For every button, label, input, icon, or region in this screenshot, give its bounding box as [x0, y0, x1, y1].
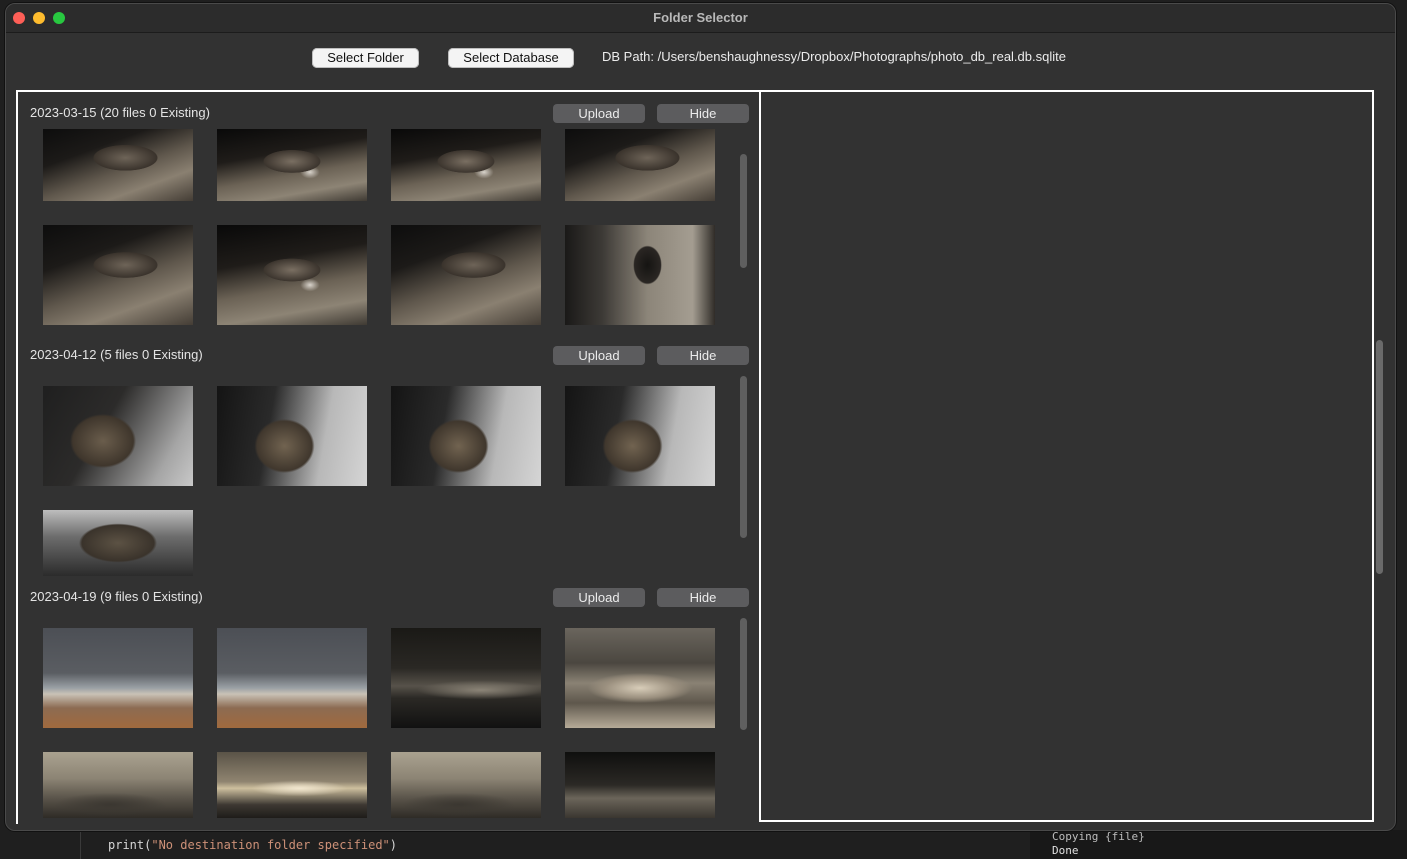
terminal-line: Copying {file} [1052, 830, 1145, 843]
photo-group: 2023-04-19 (9 files 0 Existing) Upload H… [18, 576, 760, 822]
select-database-button[interactable]: Select Database [448, 48, 574, 68]
photo-thumbnail[interactable] [217, 752, 367, 818]
group-header: 2023-03-15 (20 files 0 Existing) [30, 105, 210, 120]
photo-thumbnail[interactable] [43, 386, 193, 486]
photo-thumbnail[interactable] [565, 628, 715, 728]
code-string: "No destination folder specified" [151, 838, 390, 852]
photo-thumbnail[interactable] [565, 129, 715, 201]
photo-thumbnail[interactable] [217, 225, 367, 325]
photo-thumbnail[interactable] [217, 628, 367, 728]
hide-button[interactable]: Hide [657, 104, 749, 123]
title-bar: Folder Selector [6, 4, 1395, 33]
editor-gutter [80, 830, 81, 859]
main-scrollbar[interactable] [1376, 340, 1383, 574]
hide-button[interactable]: Hide [657, 346, 749, 365]
editor-code-line: print("No destination folder specified") [108, 838, 397, 852]
photo-thumbnail[interactable] [565, 225, 715, 325]
select-folder-button[interactable]: Select Folder [312, 48, 419, 68]
terminal-line: Done [1052, 844, 1079, 857]
photo-thumbnail[interactable] [217, 129, 367, 201]
photo-thumbnail[interactable] [391, 386, 541, 486]
code-paren: ) [389, 838, 398, 852]
photo-thumbnail[interactable] [391, 628, 541, 728]
code-func: print( [108, 838, 152, 852]
group-scrollbar[interactable] [740, 618, 747, 730]
photo-thumbnail[interactable] [565, 386, 715, 486]
folder-selector-window: Folder Selector Select Folder Select Dat… [5, 3, 1396, 831]
photo-group: 2023-04-12 (5 files 0 Existing) Upload H… [18, 334, 760, 576]
group-header: 2023-04-19 (9 files 0 Existing) [30, 589, 203, 604]
photo-groups-panel[interactable]: 2023-03-15 (20 files 0 Existing) Upload … [16, 90, 760, 824]
photo-thumbnail[interactable] [217, 386, 367, 486]
photo-thumbnail[interactable] [43, 225, 193, 325]
upload-button[interactable]: Upload [553, 588, 645, 607]
upload-button[interactable]: Upload [553, 346, 645, 365]
photo-thumbnail[interactable] [43, 129, 193, 201]
photo-group: 2023-03-15 (20 files 0 Existing) Upload … [18, 92, 760, 336]
upload-button[interactable]: Upload [553, 104, 645, 123]
photo-thumbnail[interactable] [43, 752, 193, 818]
group-scrollbar[interactable] [740, 154, 747, 268]
window-title: Folder Selector [653, 10, 748, 25]
hide-button[interactable]: Hide [657, 588, 749, 607]
group-header: 2023-04-12 (5 files 0 Existing) [30, 347, 203, 362]
photo-thumbnail[interactable] [43, 628, 193, 728]
preview-panel [759, 90, 1374, 822]
photo-thumbnail[interactable] [391, 752, 541, 818]
group-scrollbar[interactable] [740, 376, 747, 538]
db-path-label: DB Path: /Users/benshaughnessy/Dropbox/P… [602, 49, 1066, 64]
photo-thumbnail[interactable] [43, 510, 193, 576]
photo-thumbnail[interactable] [391, 225, 541, 325]
photo-thumbnail[interactable] [565, 752, 715, 818]
photo-thumbnail[interactable] [391, 129, 541, 201]
